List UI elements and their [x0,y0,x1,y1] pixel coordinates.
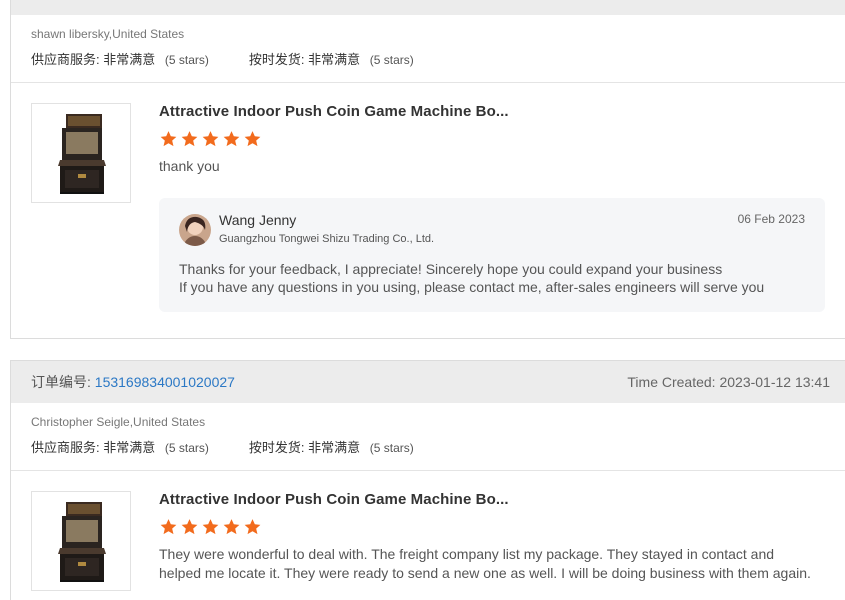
rating-label: 按时发货: [248,440,305,455]
buyer-name: Christopher Seigle,United States [31,415,206,429]
coin-machine-image [58,114,106,194]
rating-service: 供应商服务: 非常满意 (5 stars) [31,437,209,456]
product-thumbnail[interactable] [31,491,131,591]
review-comment: thank you [159,158,220,174]
rating-service: 供应商服务: 非常满意 (5 stars) [31,49,209,68]
rating-stars-text: (5 stars) [164,53,209,67]
time-created: Time Created: 2023-01-12 13:41 [627,374,830,390]
star-icon [244,131,261,147]
order-header: 订单编号: 153169834001020027 Time Created: 2… [11,361,845,403]
rating-value: 非常满意 [103,52,156,67]
supplier-ratings: 供应商服务: 非常满意 (5 stars) 按时发货: 非常满意 (5 star… [31,49,830,68]
reply-text: Thanks for your feedback, I appreciate! … [179,260,805,296]
review-comment: They were wonderful to deal with. The fr… [159,546,811,581]
star-icon [202,131,219,147]
order-label: 订单编号: [31,374,91,390]
star-icon [181,131,198,147]
rating-label: 供应商服务: [31,52,100,67]
seller-company: Guangzhou Tongwei Shizu Trading Co., Ltd… [219,233,435,245]
rating-stars-text: (5 stars) [164,441,209,455]
product-review: Attractive Indoor Push Coin Game Machine… [11,471,845,591]
product-review: Attractive Indoor Push Coin Game Machine… [11,83,845,312]
supplier-ratings: 供应商服务: 非常满意 (5 stars) 按时发货: 非常满意 (5 star… [31,437,830,456]
review-card-2: 订单编号: 153169834001020027 Time Created: 2… [10,360,845,600]
product-thumbnail[interactable] [31,103,131,203]
rating-value: 非常满意 [103,440,156,455]
order-header-strip [11,0,845,15]
rating-label: 供应商服务: [31,440,100,455]
star-icon [202,519,219,535]
seller-avatar [179,214,211,246]
buyer-name: shawn libersky,United States [31,27,185,41]
coin-machine-image [58,502,106,582]
buyer-info: Christopher Seigle,United States 供应商服务: … [11,403,845,456]
star-icon [244,519,261,535]
rating-stars-text: (5 stars) [369,441,414,455]
reply-line: If you have any questions in you using, … [179,279,765,295]
rating-stars-text: (5 stars) [369,53,414,67]
star-icon [223,519,240,535]
reply-date: 06 Feb 2023 [737,212,805,226]
rating-label: 按时发货: [248,52,305,67]
avatar-image [179,214,211,246]
rating-shipping: 按时发货: 非常满意 (5 stars) [249,49,414,68]
seller-reply: Wang Jenny Guangzhou Tongwei Shizu Tradi… [159,198,825,312]
star-icon [160,519,177,535]
reply-line: Thanks for your feedback, I appreciate! … [179,261,723,277]
order-number-link[interactable]: 153169834001020027 [95,374,235,390]
product-title[interactable]: Attractive Indoor Push Coin Game Machine… [159,491,830,508]
star-icon [160,131,177,147]
star-icon [181,519,198,535]
seller-name: Wang Jenny [219,212,297,228]
rating-stars [159,130,830,148]
rating-value: 非常满意 [308,440,361,455]
rating-shipping: 按时发货: 非常满意 (5 stars) [249,437,414,456]
review-card-1: shawn libersky,United States 供应商服务: 非常满意… [10,0,845,339]
rating-value: 非常满意 [308,52,361,67]
star-icon [223,131,240,147]
rating-stars [159,518,830,536]
product-title[interactable]: Attractive Indoor Push Coin Game Machine… [159,103,830,120]
